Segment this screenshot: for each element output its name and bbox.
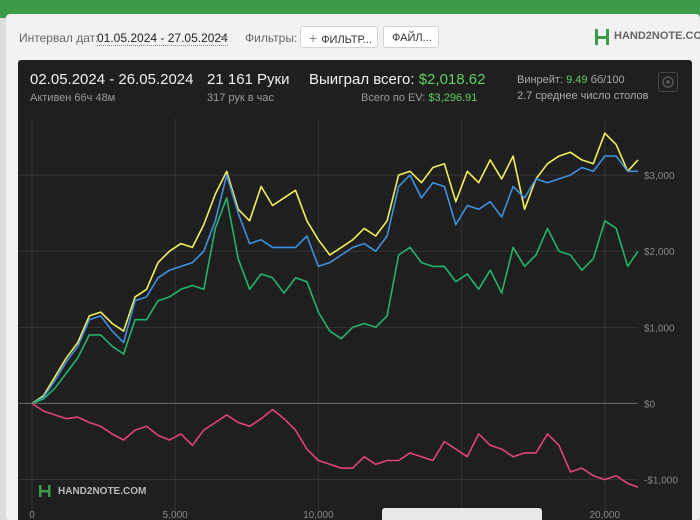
winrate: Винрейт: 9.49 бб/100	[517, 74, 625, 86]
series-line	[31, 132, 639, 405]
results-chart: 0 5,000 10,000 20,000 -$1,000 $0 $1,000 $2,000 $…	[18, 60, 692, 520]
total-won: Выиграл всего: $2,018.62	[309, 71, 485, 88]
toolbar: Интервал дат: 01.05.2024 - 27.05.2024 Фи…	[6, 14, 700, 58]
filter-button-label: ФИЛЬТР...	[321, 34, 372, 46]
file-button-label: ФАЙЛ...	[392, 32, 432, 44]
winrate-value: 9.49	[566, 74, 588, 86]
chart-scrollbar[interactable]	[382, 508, 542, 520]
ev-total-value: $3,296.91	[428, 92, 478, 104]
plus-icon: +	[309, 30, 318, 46]
total-won-label: Выиграл всего:	[309, 71, 415, 88]
winrate-unit: бб/100	[590, 74, 625, 86]
y-tick-label: $3,000	[644, 171, 675, 182]
chart-watermark: HAND2NOTE.COM	[58, 486, 147, 497]
winrate-label: Винрейт:	[517, 74, 564, 86]
x-tick-label: 0	[29, 510, 35, 520]
hand2note-watermark-icon	[39, 485, 51, 497]
y-tick-label: $0	[644, 399, 656, 410]
y-tick-label: -$1,000	[644, 476, 678, 487]
ev-total: Всего по EV: $3,296.91	[361, 92, 477, 104]
ev-total-label: Всего по EV:	[361, 92, 426, 104]
x-tick-label: 10,000	[303, 510, 334, 520]
filter-button[interactable]: + ФИЛЬТР...	[300, 26, 378, 48]
period-range: 02.05.2024 - 26.05.2024	[30, 71, 194, 88]
hands-count: 21 161 Руки	[207, 71, 290, 88]
chart-settings-button[interactable]	[658, 72, 678, 92]
date-interval-label: Интервал дат:	[19, 31, 99, 45]
hands-per-hour: 317 рук в час	[207, 92, 275, 104]
y-tick-label: $2,000	[644, 247, 675, 258]
x-tick-label: 5,000	[163, 510, 188, 520]
filters-label: Фильтры:	[245, 31, 298, 45]
date-interval-picker[interactable]: 01.05.2024 - 27.05.2024	[97, 31, 228, 46]
x-tick-label: 20,000	[589, 510, 620, 520]
brand-name: HAND2NOTE.COM	[614, 30, 700, 42]
series-line	[31, 155, 638, 405]
gear-icon	[662, 76, 674, 88]
series-line	[31, 402, 639, 488]
y-tick-label: $1,000	[644, 323, 675, 334]
series-line	[31, 197, 639, 405]
chart-plot: 0 5,000 10,000 20,000 -$1,000 $0 $1,000 $2,000 $…	[18, 118, 678, 520]
hand2note-logo-icon	[595, 29, 609, 45]
total-won-value: $2,018.62	[418, 71, 486, 88]
chevron-down-icon[interactable]	[220, 36, 228, 41]
active-time: Активен 66ч 48м	[30, 92, 116, 104]
file-button[interactable]: ФАЙЛ...	[383, 26, 439, 48]
avg-tables: 2.7 среднее число столов	[517, 90, 649, 102]
